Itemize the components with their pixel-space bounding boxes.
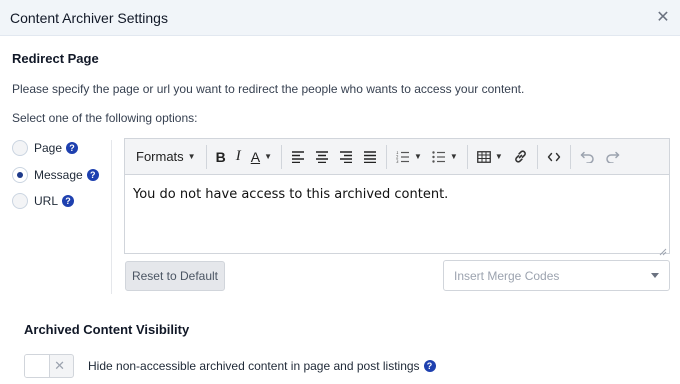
close-icon: ✕ bbox=[54, 358, 65, 373]
radio-option-url[interactable]: URL ? bbox=[12, 192, 75, 210]
help-icon[interactable]: ? bbox=[86, 169, 99, 181]
toolbar-separator bbox=[385, 144, 387, 169]
chevron-down-icon bbox=[651, 273, 659, 278]
dialog-title: Content Archiver Settings bbox=[10, 9, 168, 26]
chevron-down-icon: ▼ bbox=[413, 152, 422, 161]
rich-text-editor[interactable]: Formats ▼ B I A ▼ 123 ▼ ▼ ▼ You do not h… bbox=[124, 138, 670, 256]
radio-label-url: URL bbox=[34, 194, 59, 208]
radio-selected-dot bbox=[17, 172, 23, 178]
formats-label: Formats bbox=[136, 149, 184, 164]
toolbar-separator bbox=[280, 144, 282, 169]
bold-icon[interactable]: B bbox=[211, 143, 231, 171]
align-right-icon[interactable] bbox=[334, 143, 358, 171]
radio-message[interactable] bbox=[12, 167, 28, 183]
help-icon[interactable]: ? bbox=[423, 360, 436, 372]
radio-label-message: Message bbox=[34, 168, 83, 182]
toolbar-separator bbox=[569, 144, 571, 169]
toggle-label-text: Hide non-accessible archived content in … bbox=[88, 359, 420, 373]
toggle-knob bbox=[25, 355, 50, 377]
italic-icon[interactable]: I bbox=[231, 143, 246, 171]
chevron-down-icon: ▼ bbox=[187, 152, 196, 161]
text-color-icon[interactable]: A ▼ bbox=[246, 143, 277, 171]
radio-option-page[interactable]: Page ? bbox=[12, 139, 79, 157]
merge-codes-placeholder: Insert Merge Codes bbox=[454, 268, 560, 283]
help-icon[interactable]: ? bbox=[62, 195, 75, 207]
radio-option-message[interactable]: Message ? bbox=[12, 166, 99, 184]
hide-content-toggle[interactable]: ✕ bbox=[24, 354, 74, 378]
toolbar-separator bbox=[205, 144, 207, 169]
svg-text:3: 3 bbox=[396, 159, 399, 163]
toolbar-separator bbox=[466, 144, 468, 169]
radio-page[interactable] bbox=[12, 140, 28, 156]
options-prompt: Select one of the following options: bbox=[12, 111, 198, 125]
chevron-down-icon: ▼ bbox=[264, 152, 272, 161]
redo-icon[interactable] bbox=[600, 143, 625, 171]
toolbar-separator bbox=[536, 144, 538, 169]
divider bbox=[111, 140, 112, 294]
numbered-list-icon[interactable]: 123 ▼ bbox=[391, 143, 427, 171]
visibility-section-title: Archived Content Visibility bbox=[24, 322, 190, 337]
close-icon[interactable]: ✕ bbox=[654, 8, 672, 26]
link-icon[interactable] bbox=[508, 143, 533, 171]
redirect-section-title: Redirect Page bbox=[12, 51, 99, 66]
chevron-down-icon: ▼ bbox=[449, 152, 458, 161]
radio-url[interactable] bbox=[12, 193, 28, 209]
bullet-list-icon[interactable]: ▼ bbox=[427, 143, 463, 171]
align-center-icon[interactable] bbox=[310, 143, 334, 171]
align-justify-icon[interactable] bbox=[358, 143, 382, 171]
formats-dropdown[interactable]: Formats ▼ bbox=[129, 143, 202, 171]
redirect-description: Please specify the page or url you want … bbox=[12, 82, 525, 96]
editor-content[interactable]: You do not have access to this archived … bbox=[125, 175, 669, 214]
editor-toolbar: Formats ▼ B I A ▼ 123 ▼ ▼ ▼ bbox=[125, 139, 669, 175]
table-icon[interactable]: ▼ bbox=[472, 143, 508, 171]
undo-icon[interactable] bbox=[575, 143, 600, 171]
reset-to-default-button[interactable]: Reset to Default bbox=[125, 261, 225, 291]
radio-label-page: Page bbox=[34, 141, 63, 155]
chevron-down-icon: ▼ bbox=[494, 152, 503, 161]
resize-handle-icon[interactable] bbox=[659, 243, 667, 256]
align-left-icon[interactable] bbox=[286, 143, 310, 171]
help-icon[interactable]: ? bbox=[66, 142, 79, 154]
insert-merge-codes-select[interactable]: Insert Merge Codes bbox=[443, 260, 670, 291]
dialog-header: Content Archiver Settings ✕ bbox=[0, 0, 680, 36]
source-code-icon[interactable] bbox=[542, 143, 566, 171]
toggle-label: Hide non-accessible archived content in … bbox=[88, 359, 436, 373]
